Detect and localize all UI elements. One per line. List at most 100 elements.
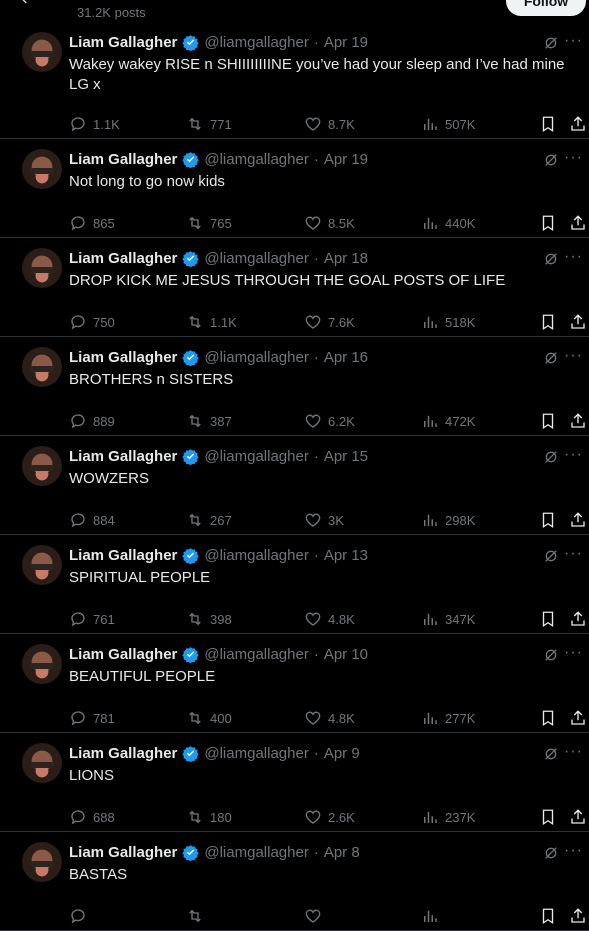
views-button[interactable]: 277K	[421, 709, 475, 727]
avatar[interactable]	[22, 842, 62, 882]
verified-badge-icon[interactable]	[182, 547, 200, 564]
like-button[interactable]: 7.6K	[304, 313, 355, 331]
tweet[interactable]: Liam Gallagher @liamgallagher · Apr 15 W…	[0, 436, 589, 535]
verified-badge-icon[interactable]	[182, 448, 200, 465]
more-dots-icon[interactable]: ···	[564, 149, 583, 167]
tweet-date[interactable]: Apr 16	[324, 349, 368, 366]
repost-button[interactable]: 180	[186, 808, 232, 826]
bookmark-button[interactable]	[539, 115, 557, 133]
verified-badge-icon[interactable]	[182, 250, 200, 267]
share-button[interactable]	[569, 709, 587, 727]
verified-badge-icon[interactable]	[182, 34, 200, 51]
grok-icon[interactable]	[543, 251, 559, 267]
tweet[interactable]: Liam Gallagher @liamgallagher · Apr 18 D…	[0, 238, 589, 337]
avatar[interactable]	[22, 32, 62, 72]
tweet[interactable]: Liam Gallagher @liamgallagher · Apr 19 W…	[0, 22, 589, 139]
views-button[interactable]: 237K	[421, 808, 475, 826]
views-button[interactable]: 347K	[421, 610, 475, 628]
repost-button[interactable]	[186, 907, 210, 925]
share-button[interactable]	[569, 808, 587, 826]
avatar[interactable]	[22, 743, 62, 783]
views-button[interactable]: 472K	[421, 412, 475, 430]
author-handle[interactable]: @liamgallagher	[204, 745, 308, 762]
author-handle[interactable]: @liamgallagher	[204, 547, 308, 564]
repost-button[interactable]: 765	[186, 214, 232, 232]
views-button[interactable]: 507K	[421, 115, 475, 133]
share-button[interactable]	[569, 115, 587, 133]
tweet[interactable]: Liam Gallagher @liamgallagher · Apr 19 N…	[0, 139, 589, 238]
views-button[interactable]: 440K	[421, 214, 475, 232]
author-name[interactable]: Liam Gallagher	[69, 547, 177, 564]
verified-badge-icon[interactable]	[182, 151, 200, 168]
repost-button[interactable]: 398	[186, 610, 232, 628]
reply-button[interactable]: 889	[69, 412, 115, 430]
repost-button[interactable]: 400	[186, 709, 232, 727]
bookmark-button[interactable]	[539, 313, 557, 331]
verified-badge-icon[interactable]	[182, 646, 200, 663]
share-button[interactable]	[569, 610, 587, 628]
bookmark-button[interactable]	[539, 610, 557, 628]
reply-button[interactable]: 884	[69, 511, 115, 529]
share-button[interactable]	[569, 313, 587, 331]
views-button[interactable]	[421, 907, 445, 925]
tweet[interactable]: Liam Gallagher @liamgallagher · Apr 10 B…	[0, 634, 589, 733]
bookmark-button[interactable]	[539, 412, 557, 430]
author-name[interactable]: Liam Gallagher	[69, 844, 177, 861]
share-button[interactable]	[569, 511, 587, 529]
tweet-date[interactable]: Apr 9	[324, 745, 360, 762]
verified-badge-icon[interactable]	[182, 745, 200, 762]
repost-button[interactable]: 387	[186, 412, 232, 430]
author-name[interactable]: Liam Gallagher	[69, 250, 177, 267]
tweet-date[interactable]: Apr 19	[324, 34, 368, 51]
tweet[interactable]: Liam Gallagher @liamgallagher · Apr 16 B…	[0, 337, 589, 436]
tweet-date[interactable]: Apr 10	[324, 646, 368, 663]
grok-icon[interactable]	[543, 35, 559, 51]
like-button[interactable]: 8.7K	[304, 115, 355, 133]
tweet[interactable]: Liam Gallagher @liamgallagher · Apr 8 BA…	[0, 832, 589, 931]
author-handle[interactable]: @liamgallagher	[204, 34, 308, 51]
tweet[interactable]: Liam Gallagher @liamgallagher · Apr 13 S…	[0, 535, 589, 634]
bookmark-button[interactable]	[539, 808, 557, 826]
author-handle[interactable]: @liamgallagher	[204, 844, 308, 861]
reply-button[interactable]: 1.1K	[69, 115, 120, 133]
arrow-left-icon[interactable]	[18, 0, 34, 6]
more-dots-icon[interactable]: ···	[564, 446, 583, 464]
more-dots-icon[interactable]: ···	[564, 842, 583, 860]
views-button[interactable]: 518K	[421, 313, 475, 331]
reply-button[interactable]: 761	[69, 610, 115, 628]
more-dots-icon[interactable]: ···	[564, 32, 583, 50]
avatar[interactable]	[22, 347, 62, 387]
reply-button[interactable]: 781	[69, 709, 115, 727]
more-dots-icon[interactable]: ···	[564, 644, 583, 662]
like-button[interactable]	[304, 907, 328, 925]
reply-button[interactable]	[69, 907, 93, 925]
avatar[interactable]	[22, 545, 62, 585]
author-handle[interactable]: @liamgallagher	[204, 646, 308, 663]
author-handle[interactable]: @liamgallagher	[204, 448, 308, 465]
like-button[interactable]: 6.2K	[304, 412, 355, 430]
grok-icon[interactable]	[543, 449, 559, 465]
avatar[interactable]	[22, 446, 62, 486]
tweet-date[interactable]: Apr 19	[324, 151, 368, 168]
grok-icon[interactable]	[543, 152, 559, 168]
more-dots-icon[interactable]: ···	[564, 545, 583, 563]
grok-icon[interactable]	[543, 746, 559, 762]
share-button[interactable]	[569, 214, 587, 232]
more-dots-icon[interactable]: ···	[564, 743, 583, 761]
author-name[interactable]: Liam Gallagher	[69, 745, 177, 762]
more-dots-icon[interactable]: ···	[564, 347, 583, 365]
share-button[interactable]	[569, 412, 587, 430]
bookmark-button[interactable]	[539, 709, 557, 727]
share-button[interactable]	[569, 907, 587, 925]
grok-icon[interactable]	[543, 647, 559, 663]
bookmark-button[interactable]	[539, 214, 557, 232]
reply-button[interactable]: 688	[69, 808, 115, 826]
grok-icon[interactable]	[543, 845, 559, 861]
more-dots-icon[interactable]: ···	[564, 248, 583, 266]
like-button[interactable]: 8.5K	[304, 214, 355, 232]
author-handle[interactable]: @liamgallagher	[204, 349, 308, 366]
bookmark-button[interactable]	[539, 907, 557, 925]
author-name[interactable]: Liam Gallagher	[69, 34, 177, 51]
follow-button[interactable]: Follow	[506, 0, 586, 16]
reply-button[interactable]: 750	[69, 313, 115, 331]
